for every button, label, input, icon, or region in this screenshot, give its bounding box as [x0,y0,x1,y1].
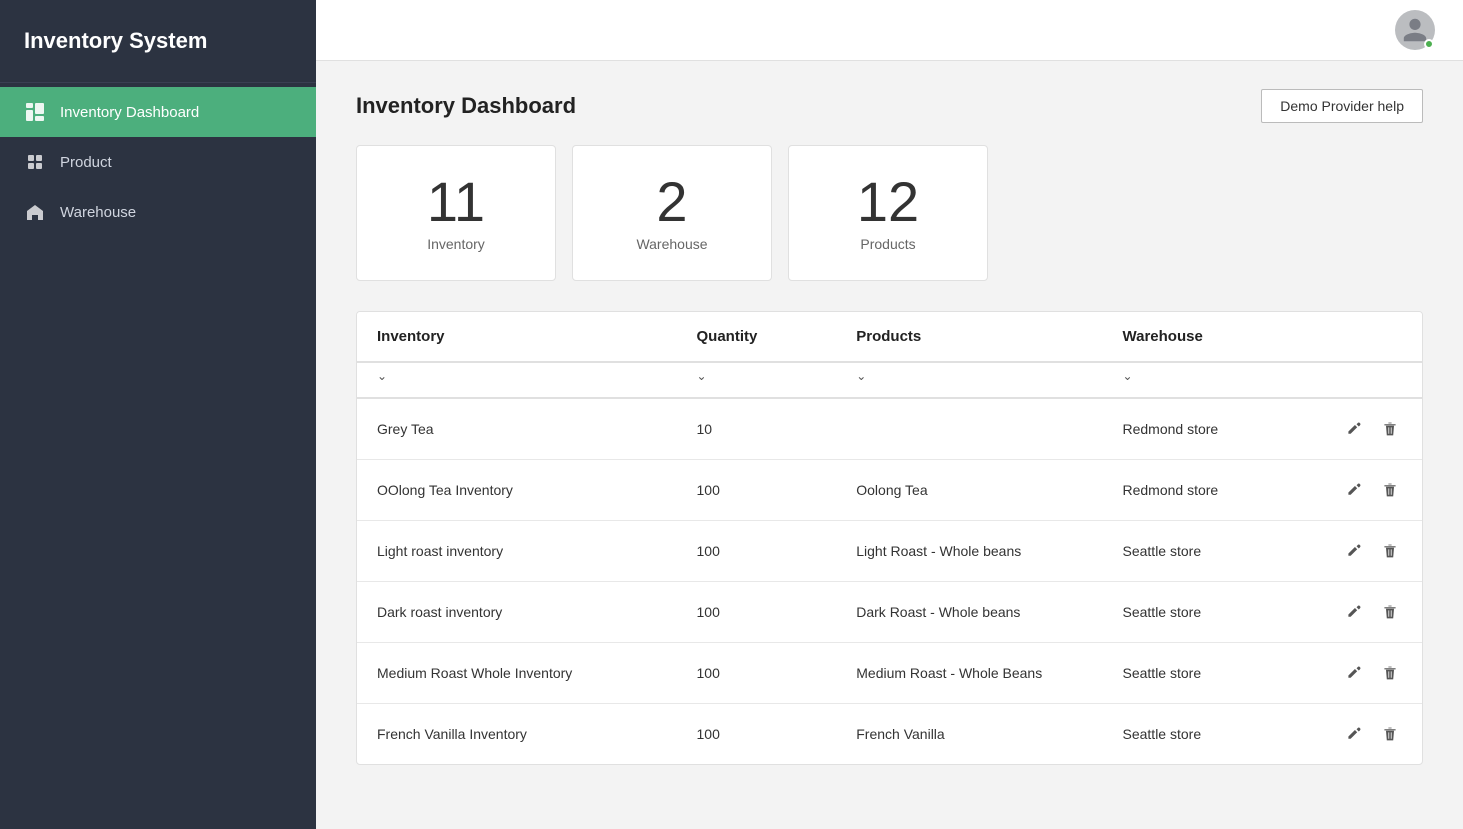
edit-button[interactable] [1342,417,1366,441]
delete-button[interactable] [1378,661,1402,685]
edit-icon [1346,726,1362,742]
sidebar: Inventory System Inventory Dashboard [0,0,316,829]
filter-quantity: ⌄ [677,362,837,398]
edit-icon [1346,665,1362,681]
page-content: Inventory Dashboard Demo Provider help 1… [316,61,1463,793]
col-header-actions [1316,312,1423,362]
delete-button[interactable] [1378,478,1402,502]
table-row: Grey Tea10Redmond store [357,398,1422,460]
filter-inventory: ⌄ [357,362,677,398]
product-icon [24,151,46,173]
filter-quantity-btn[interactable]: ⌄ [697,369,707,383]
col-header-inventory: Inventory [357,312,677,362]
sidebar-item-warehouse-label: Warehouse [60,204,136,221]
edit-button[interactable] [1342,539,1366,563]
sidebar-nav: Inventory Dashboard Product Warehous [0,87,316,237]
page-title: Inventory Dashboard [356,93,576,119]
delete-icon [1382,543,1398,559]
sidebar-item-dashboard-label: Inventory Dashboard [60,104,199,121]
delete-button[interactable] [1378,600,1402,624]
col-header-products: Products [836,312,1102,362]
online-indicator [1424,39,1434,49]
stat-warehouse-value: 2 [656,174,687,230]
delete-button[interactable] [1378,539,1402,563]
edit-button[interactable] [1342,600,1366,624]
stat-inventory-label: Inventory [427,236,485,252]
filter-products-btn[interactable]: ⌄ [856,369,866,383]
stats-row: 11 Inventory 2 Warehouse 12 Products [356,145,1423,281]
topbar [316,0,1463,61]
table-row: Light roast inventory100Light Roast - Wh… [357,521,1422,582]
filter-products: ⌄ [836,362,1102,398]
inventory-table-container: Inventory Quantity Products Warehouse [356,311,1423,765]
col-header-quantity: Quantity [677,312,837,362]
filter-warehouse: ⌄ [1103,362,1316,398]
help-button[interactable]: Demo Provider help [1261,89,1423,123]
edit-icon [1346,543,1362,559]
delete-icon [1382,726,1398,742]
filter-warehouse-btn[interactable]: ⌄ [1123,369,1133,383]
sidebar-item-product[interactable]: Product [0,137,316,187]
edit-icon [1346,604,1362,620]
sidebar-item-product-label: Product [60,154,112,171]
filter-actions [1316,362,1423,398]
stat-card-warehouse: 2 Warehouse [572,145,772,281]
table-row: Dark roast inventory100Dark Roast - Whol… [357,582,1422,643]
edit-button[interactable] [1342,478,1366,502]
stat-card-products: 12 Products [788,145,988,281]
delete-button[interactable] [1378,417,1402,441]
stat-warehouse-label: Warehouse [636,236,707,252]
filter-inventory-btn[interactable]: ⌄ [377,369,387,383]
sidebar-item-dashboard[interactable]: Inventory Dashboard [0,87,316,137]
stat-inventory-value: 11 [427,174,485,230]
edit-button[interactable] [1342,722,1366,746]
table-row: Medium Roast Whole Inventory100Medium Ro… [357,643,1422,704]
user-avatar-wrapper[interactable] [1395,10,1435,50]
sidebar-item-warehouse[interactable]: Warehouse [0,187,316,237]
delete-button[interactable] [1378,722,1402,746]
table-row: French Vanilla Inventory100French Vanill… [357,704,1422,765]
inventory-table: Inventory Quantity Products Warehouse [357,312,1422,764]
col-header-warehouse: Warehouse [1103,312,1316,362]
edit-button[interactable] [1342,661,1366,685]
warehouse-icon [24,201,46,223]
stat-products-label: Products [860,236,915,252]
delete-icon [1382,604,1398,620]
table-header-row: Inventory Quantity Products Warehouse [357,312,1422,362]
edit-icon [1346,421,1362,437]
delete-icon [1382,482,1398,498]
page-header: Inventory Dashboard Demo Provider help [356,89,1423,123]
main-content: Inventory Dashboard Demo Provider help 1… [316,0,1463,829]
table-filter-row: ⌄ ⌄ ⌄ ⌄ [357,362,1422,398]
stat-card-inventory: 11 Inventory [356,145,556,281]
dashboard-icon [24,101,46,123]
edit-icon [1346,482,1362,498]
table-row: OOlong Tea Inventory100Oolong TeaRedmond… [357,460,1422,521]
app-title: Inventory System [0,0,316,83]
stat-products-value: 12 [857,174,919,230]
delete-icon [1382,421,1398,437]
delete-icon [1382,665,1398,681]
table-body: Grey Tea10Redmond store OOlong Tea Inven… [357,398,1422,764]
